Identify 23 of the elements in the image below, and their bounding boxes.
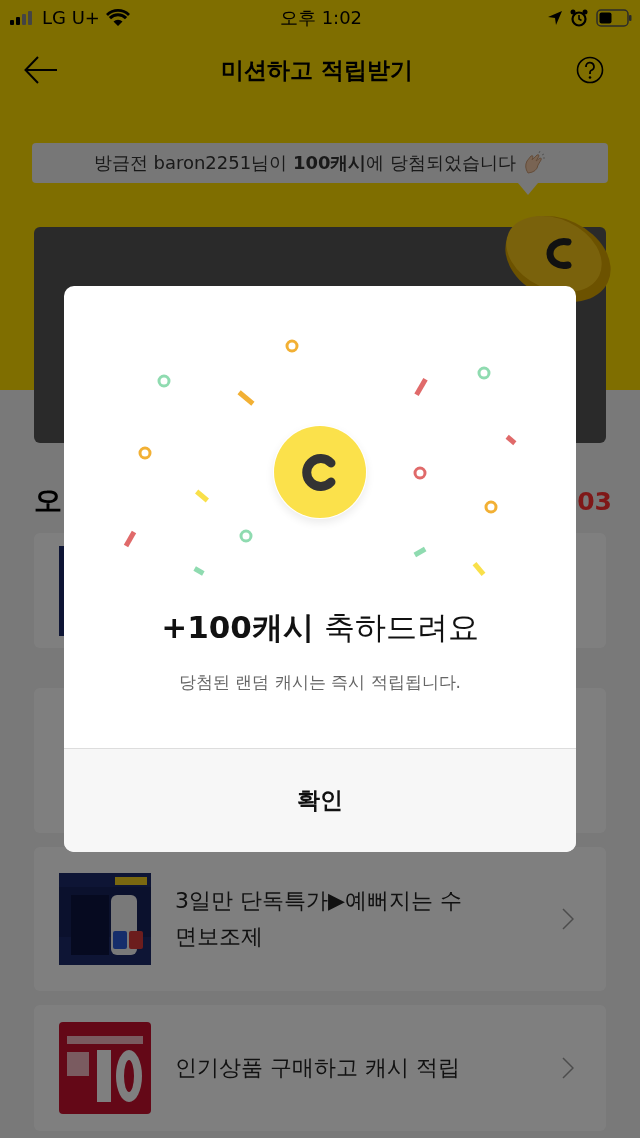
location-icon <box>548 10 562 25</box>
coin-icon <box>273 425 367 519</box>
mission-title: 3일만 단독특가▶예뻐지는 수면보조제 <box>175 887 463 951</box>
clock-time: 오후 1:02 <box>279 5 363 30</box>
carrier-name: LG U+ <box>42 7 100 28</box>
clapping-hands-icon <box>522 151 547 175</box>
page-title: 미션하고 적립받기 <box>221 55 413 85</box>
help-icon[interactable] <box>576 56 604 84</box>
mission-card[interactable]: 인기상품 구매하고 캐시 적립 <box>34 1005 606 1131</box>
back-arrow-icon[interactable] <box>24 56 58 84</box>
section-title: 오 <box>34 483 62 519</box>
chevron-right-icon <box>562 1057 574 1079</box>
chevron-right-icon <box>562 908 574 930</box>
wifi-icon <box>105 9 130 26</box>
winner-message: 방금전 baron2251님이 100캐시에 당첨되었습니다 <box>93 151 517 175</box>
mission-title: 인기상품 구매하고 캐시 적립 <box>175 1054 461 1082</box>
section-count: 03 <box>577 486 612 516</box>
confirm-button[interactable]: 확인 <box>64 748 576 852</box>
mission-card[interactable]: 3일만 단독특가▶예뻐지는 수면보조제 <box>34 847 606 991</box>
dialog-title: +100캐시 축하드려요 <box>161 608 479 647</box>
dialog-message: 당첨된 랜덤 캐시는 즉시 적립됩니다. <box>179 671 461 694</box>
battery-icon <box>596 8 632 27</box>
alarm-icon <box>570 8 588 27</box>
